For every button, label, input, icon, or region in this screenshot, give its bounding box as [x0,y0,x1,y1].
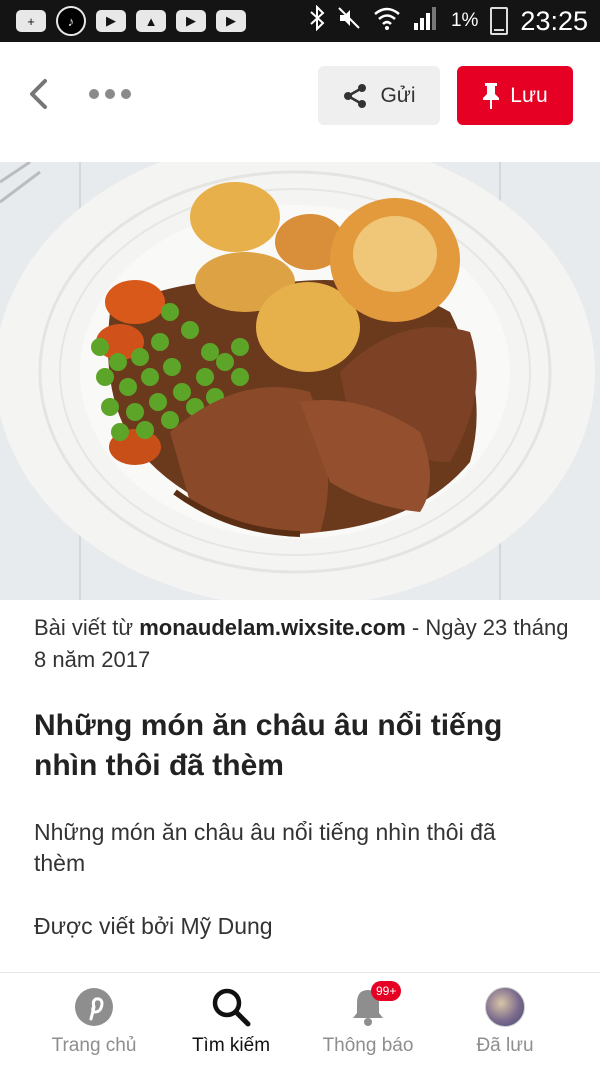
save-button[interactable]: Lưu [457,66,573,125]
tiktok-icon: ♪ [56,6,86,36]
clock: 23:25 [520,5,588,36]
bluetooth-icon [309,4,325,38]
nav-notifications-label: Thông báo [322,1035,414,1056]
youtube-icon: ▶ [176,10,206,32]
more-dot [121,89,131,99]
notification-badge: 99+ [371,981,402,1001]
status-bar: + ♪ ▶ ▲ ▶ ▶ 1% 23:25 [0,0,600,42]
nav-home-label: Trang chủ [51,1035,137,1056]
source-prefix: Bài viết từ [34,615,134,640]
nav-saved-icon-wrap [485,985,525,1029]
battery-percent: 1% [450,10,479,31]
share-icon [344,83,367,108]
more-options-button[interactable] [84,76,136,112]
pin-image[interactable] [0,162,600,600]
more-dot [105,89,115,99]
nav-search[interactable]: Tìm kiếm [156,973,306,1068]
save-label: Lưu [510,83,548,107]
more-dots-icon [89,89,99,99]
chevron-left-icon [30,79,47,109]
nav-home[interactable]: Trang chủ [19,973,169,1068]
back-button[interactable] [18,74,58,114]
pin-author: Được viết bởi Mỹ Dung [34,913,273,939]
send-label: Gửi [380,83,416,107]
pin-header: Gửi Lưu [0,42,600,152]
nav-saved-label: Đã lưu [476,1035,534,1056]
signal-icon [413,6,439,37]
search-icon [212,988,251,1027]
nav-saved[interactable]: Đã lưu [430,973,580,1068]
roast-dinner-photo [0,162,600,600]
avatar [485,987,525,1027]
send-button[interactable]: Gửi [318,66,440,125]
mute-icon [337,6,361,37]
add-icon: + [16,10,46,32]
pin-description: Những món ăn châu âu nổi tiếng nhìn thôi… [34,819,496,876]
youtube-icon: ▶ [96,10,126,32]
source-link[interactable]: monaudelam.wixsite.com [139,615,406,640]
gallery-icon: ▲ [136,10,166,32]
bottom-navigation: Trang chủ Tìm kiếm 99+ Thông báo Đã lưu [0,972,600,1068]
nav-notifications-icon-wrap: 99+ [349,981,402,1029]
wifi-icon [373,6,401,37]
youtube-icon: ▶ [216,10,246,32]
nav-search-icon-wrap [210,985,252,1029]
nav-notifications[interactable]: 99+ Thông báo [293,973,443,1068]
nav-home-icon-wrap [74,985,114,1029]
battery-icon [490,7,509,35]
pin-title: Những món ăn châu âu nổi tiếng nhìn thôi… [34,709,503,782]
status-bar-notifications: + ♪ ▶ ▲ ▶ ▶ [0,6,246,36]
status-bar-system: 1% 23:25 [309,4,600,38]
pin-source-line: Bài viết từ monaudelam.wixsite.com - Ngà… [34,612,574,676]
nav-search-label: Tìm kiếm [191,1035,271,1056]
pinterest-logo-icon [75,988,113,1026]
pin-icon [483,82,500,109]
